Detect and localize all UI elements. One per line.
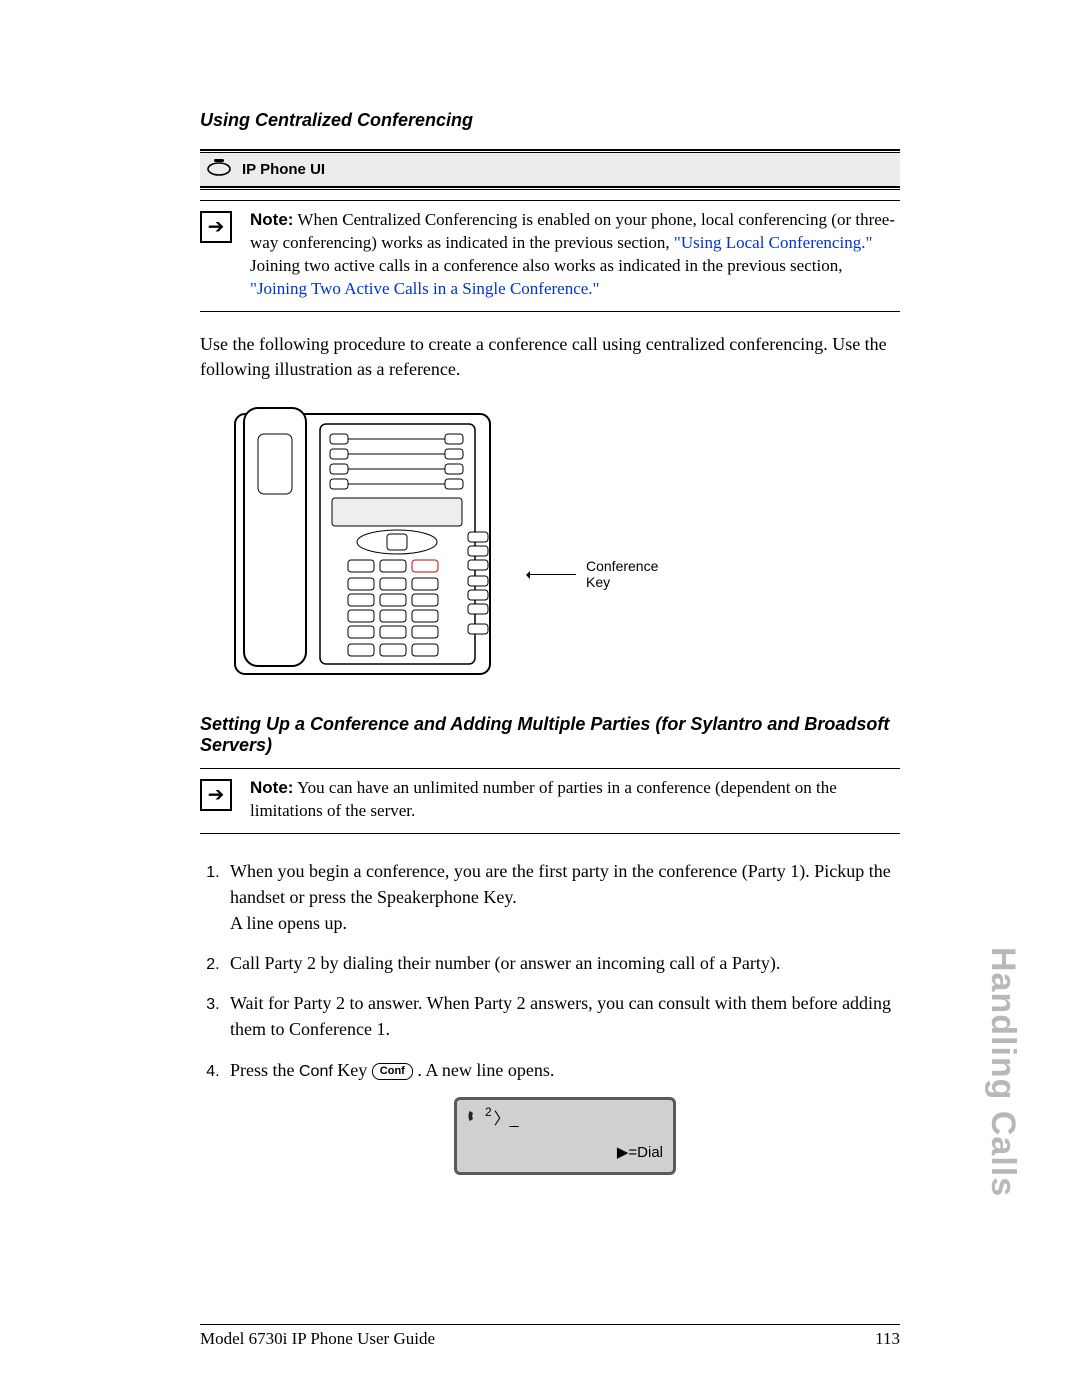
callout-line2: Key <box>586 574 658 590</box>
step1-a: When you begin a conference, you are the… <box>230 861 891 907</box>
step1-b: A line opens up. <box>230 913 347 933</box>
note1-link2[interactable]: "Joining Two Active Calls in a Single Co… <box>250 279 600 298</box>
step4-a: Press the <box>230 1060 299 1080</box>
step4-c: . A new line opens. <box>413 1060 555 1080</box>
note2-body: You can have an unlimited number of part… <box>250 778 837 820</box>
lcd-dial-prompt: ▶=Dial <box>617 1142 663 1164</box>
note1-link1[interactable]: "Using Local Conferencing." <box>674 233 872 252</box>
callout-line1: Conference <box>586 558 658 574</box>
subsection-heading: Setting Up a Conference and Adding Multi… <box>200 714 900 756</box>
body-paragraph: Use the following procedure to create a … <box>200 332 900 382</box>
note1-label: Note: <box>250 210 293 229</box>
lcd-display: 2 〉_ ▶=Dial <box>454 1097 676 1175</box>
arrow-icon: ➔ <box>200 211 232 243</box>
step-3: Wait for Party 2 to answer. When Party 2… <box>224 990 900 1042</box>
phone-figure: Conference Key <box>230 404 900 684</box>
conf-button-icon: Conf <box>372 1063 413 1079</box>
note1-text: Note: When Centralized Conferencing is e… <box>250 209 900 301</box>
footer-title: Model 6730i IP Phone User Guide <box>200 1329 435 1349</box>
conf-key-label: Conf <box>299 1063 333 1080</box>
phone-illustration <box>230 404 510 684</box>
chapter-tab: Handling Calls <box>983 947 1022 1197</box>
arrow-icon: ➔ <box>200 779 232 811</box>
ip-bar-label: IP Phone UI <box>242 161 325 178</box>
rule-bottom <box>200 186 900 190</box>
step-2: Call Party 2 by dialing their number (or… <box>224 950 900 976</box>
note2-text: Note: You can have an unlimited number o… <box>250 777 900 823</box>
phone-ui-icon <box>206 157 232 182</box>
ip-phone-ui-bar: IP Phone UI <box>200 153 900 186</box>
note1-b: Joining two active calls in a conference… <box>250 256 842 275</box>
page-footer: Model 6730i IP Phone User Guide 113 <box>200 1324 900 1349</box>
conference-key-callout: Conference Key <box>528 558 658 590</box>
note2-label: Note: <box>250 778 293 797</box>
step-1: When you begin a conference, you are the… <box>224 858 900 936</box>
callout-arrow-icon <box>528 574 576 575</box>
page-number: 113 <box>875 1329 900 1349</box>
procedure-list: When you begin a conference, you are the… <box>200 858 900 1175</box>
step4-b: Key <box>333 1060 372 1080</box>
section-heading: Using Centralized Conferencing <box>200 110 900 131</box>
lcd-line-number: 2 <box>485 1104 492 1121</box>
handset-icon <box>467 1108 483 1131</box>
lcd-caret: 〉_ <box>494 1108 519 1131</box>
step-4: Press the Conf Key Conf . A new line ope… <box>224 1057 900 1175</box>
note-block-1: ➔ Note: When Centralized Conferencing is… <box>200 200 900 312</box>
note-block-2: ➔ Note: You can have an unlimited number… <box>200 768 900 834</box>
